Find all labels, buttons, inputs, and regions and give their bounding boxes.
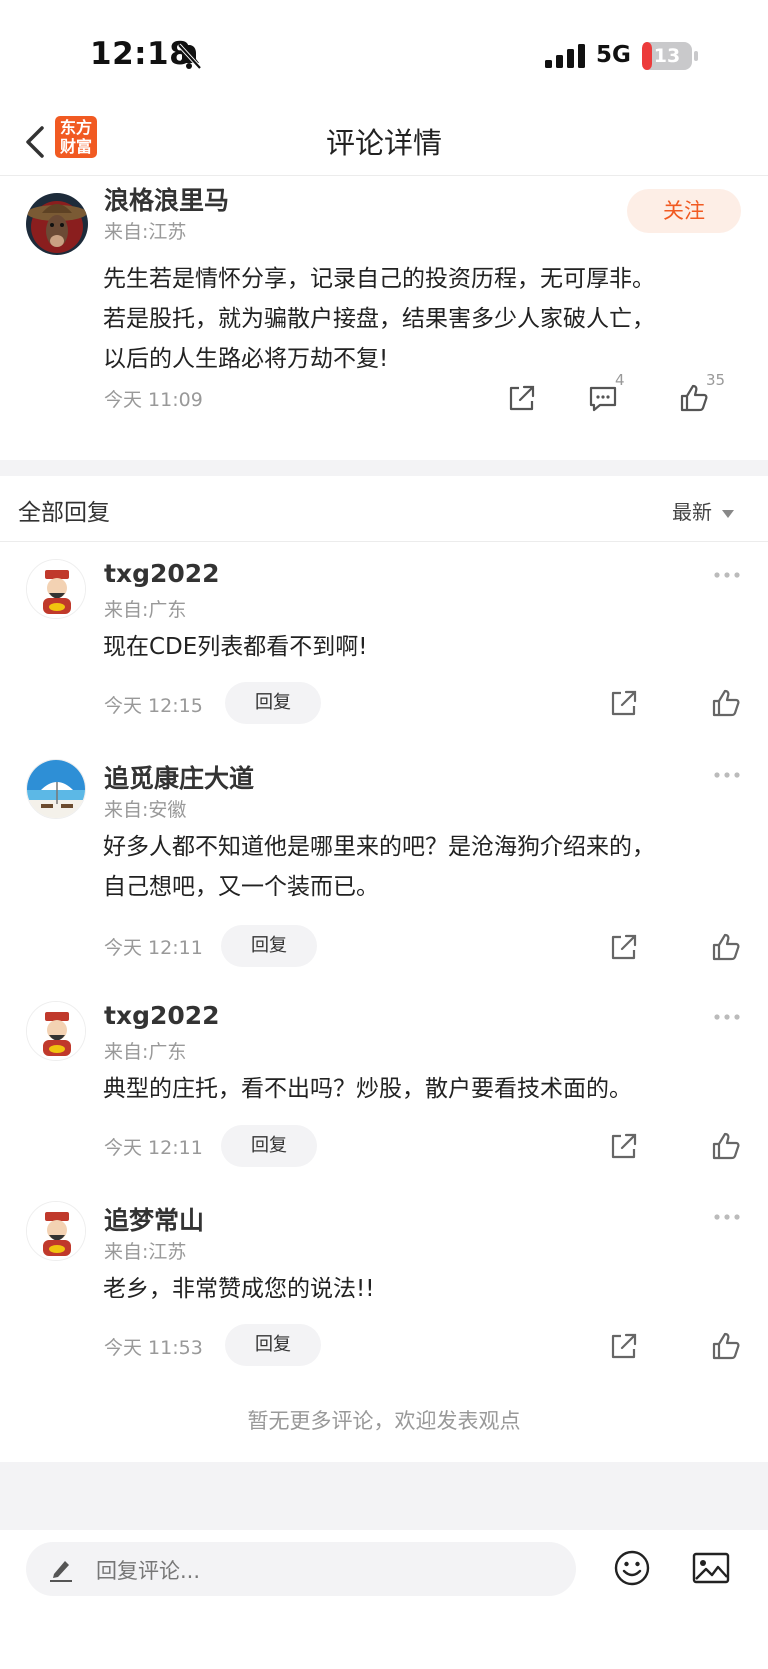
avatar[interactable] bbox=[26, 759, 86, 819]
location: 来自:广东 bbox=[104, 1041, 187, 1063]
nav-bar: 东方 财富 评论详情 bbox=[0, 110, 768, 176]
battery-icon: 13 bbox=[642, 42, 698, 70]
username[interactable]: 浪格浪里马 bbox=[104, 181, 229, 217]
more-icon[interactable] bbox=[713, 571, 741, 579]
reply-item: txg2022 来自:广东 典型的庄托，看不出吗？炒股，散户要看技术面的。 今天… bbox=[0, 985, 768, 1175]
pencil-icon bbox=[50, 1561, 72, 1582]
comment-line: 先生若是情怀分享，记录自己的投资历程，无可厚非。 bbox=[103, 266, 655, 292]
share-icon[interactable] bbox=[507, 383, 537, 413]
caret-down-icon bbox=[722, 509, 734, 518]
username[interactable]: 追觅康庄大道 bbox=[104, 759, 254, 795]
share-icon[interactable] bbox=[609, 688, 639, 718]
reply-button[interactable]: 回复 bbox=[225, 1324, 321, 1366]
comment-count: 4 bbox=[615, 371, 625, 389]
more-icon[interactable] bbox=[713, 771, 741, 779]
avatar[interactable] bbox=[26, 559, 86, 619]
location: 来自:江苏 bbox=[104, 1241, 187, 1263]
no-more-text: 暂无更多评论，欢迎发表观点 bbox=[247, 1409, 521, 1433]
timestamp: 今天 12:11 bbox=[104, 937, 203, 959]
like-icon[interactable] bbox=[711, 1331, 741, 1361]
reply-input[interactable]: 回复评论... bbox=[26, 1542, 576, 1596]
like-icon[interactable] bbox=[679, 383, 709, 413]
replies-header: 全部回复 最新 bbox=[0, 476, 768, 542]
timestamp: 今天 12:15 bbox=[104, 695, 203, 717]
share-icon[interactable] bbox=[609, 1331, 639, 1361]
comment-text: 先生若是情怀分享，记录自己的投资历程，无可厚非。 若是股托，就为骗散户接盘，结果… bbox=[103, 259, 743, 379]
avatar[interactable] bbox=[26, 1201, 86, 1261]
signal-icon bbox=[545, 44, 585, 68]
reply-button[interactable]: 回复 bbox=[221, 1125, 317, 1167]
reply-line: 典型的庄托，看不出吗？炒股，散户要看技术面的。 bbox=[103, 1076, 632, 1102]
username[interactable]: txg2022 bbox=[104, 1001, 220, 1030]
timestamp: 今天 11:09 bbox=[104, 389, 203, 411]
more-icon[interactable] bbox=[713, 1213, 741, 1221]
username[interactable]: 追梦常山 bbox=[104, 1201, 204, 1237]
section-divider bbox=[0, 460, 768, 476]
location: 来自:安徽 bbox=[104, 799, 187, 821]
input-bar: 回复评论... bbox=[0, 1530, 768, 1669]
image-icon[interactable] bbox=[692, 1552, 730, 1584]
like-count: 35 bbox=[706, 371, 726, 389]
comment-icon[interactable] bbox=[588, 383, 618, 413]
share-icon[interactable] bbox=[609, 1131, 639, 1161]
main-comment: 浪格浪里马 来自:江苏 关注 先生若是情怀分享，记录自己的投资历程，无可厚非。 … bbox=[0, 177, 768, 460]
more-icon[interactable] bbox=[713, 1013, 741, 1021]
reply-line: 老乡，非常赞成您的说法!! bbox=[103, 1276, 375, 1302]
reply-text: 典型的庄托，看不出吗？炒股，散户要看技术面的。 bbox=[103, 1069, 743, 1109]
reply-line: 自己想吧，又一个装而已。 bbox=[103, 874, 379, 900]
timestamp: 今天 11:53 bbox=[104, 1337, 203, 1359]
username[interactable]: txg2022 bbox=[104, 559, 220, 588]
sort-dropdown[interactable]: 最新 bbox=[672, 496, 734, 525]
like-icon[interactable] bbox=[711, 1131, 741, 1161]
bell-off-icon bbox=[177, 43, 202, 70]
timestamp: 今天 12:11 bbox=[104, 1137, 203, 1159]
share-icon[interactable] bbox=[609, 932, 639, 962]
follow-button[interactable]: 关注 bbox=[627, 189, 741, 233]
avatar[interactable] bbox=[26, 1001, 86, 1061]
like-icon[interactable] bbox=[711, 932, 741, 962]
reply-line: 好多人都不知道他是哪里来的吧？是沧海狗介绍来的， bbox=[103, 834, 655, 860]
location: 来自:广东 bbox=[104, 599, 187, 621]
page-title: 评论详情 bbox=[325, 126, 442, 160]
reply-button[interactable]: 回复 bbox=[221, 925, 317, 967]
page: 12:18 5G 13 东方 财富 评论详情 浪格浪里马 来自:江苏 关注 先生… bbox=[0, 0, 768, 1669]
reply-text: 老乡，非常赞成您的说法!! bbox=[103, 1269, 743, 1309]
reply-item: 追梦常山 来自:江苏 老乡，非常赞成您的说法!! 今天 11:53 回复 bbox=[0, 1185, 768, 1375]
bottom-spacer bbox=[0, 1462, 768, 1530]
input-placeholder: 回复评论... bbox=[96, 1559, 201, 1583]
sort-label: 最新 bbox=[672, 500, 712, 524]
like-icon[interactable] bbox=[711, 688, 741, 718]
network-type: 5G bbox=[596, 42, 631, 68]
location: 来自:江苏 bbox=[104, 221, 187, 243]
reply-text: 现在CDE列表都看不到啊! bbox=[103, 627, 743, 667]
reply-line: 现在CDE列表都看不到啊! bbox=[103, 634, 368, 660]
comment-line: 若是股托，就为骗散户接盘，结果害多少人家破人亡， bbox=[103, 306, 655, 332]
reply-item: txg2022 来自:广东 现在CDE列表都看不到啊! 今天 12:15 回复 bbox=[0, 543, 768, 733]
replies-title: 全部回复 bbox=[18, 500, 110, 526]
emoji-icon[interactable] bbox=[614, 1550, 650, 1586]
comment-line: 以后的人生路必将万劫不复! bbox=[103, 346, 389, 372]
reply-text: 好多人都不知道他是哪里来的吧？是沧海狗介绍来的， 自己想吧，又一个装而已。 bbox=[103, 827, 743, 907]
reply-button[interactable]: 回复 bbox=[225, 682, 321, 724]
avatar[interactable] bbox=[26, 193, 88, 255]
reply-item: 追觅康庄大道 来自:安徽 好多人都不知道他是哪里来的吧？是沧海狗介绍来的， 自己… bbox=[0, 743, 768, 973]
battery-level: 13 bbox=[653, 45, 681, 67]
status-bar: 12:18 5G 13 bbox=[0, 0, 768, 110]
